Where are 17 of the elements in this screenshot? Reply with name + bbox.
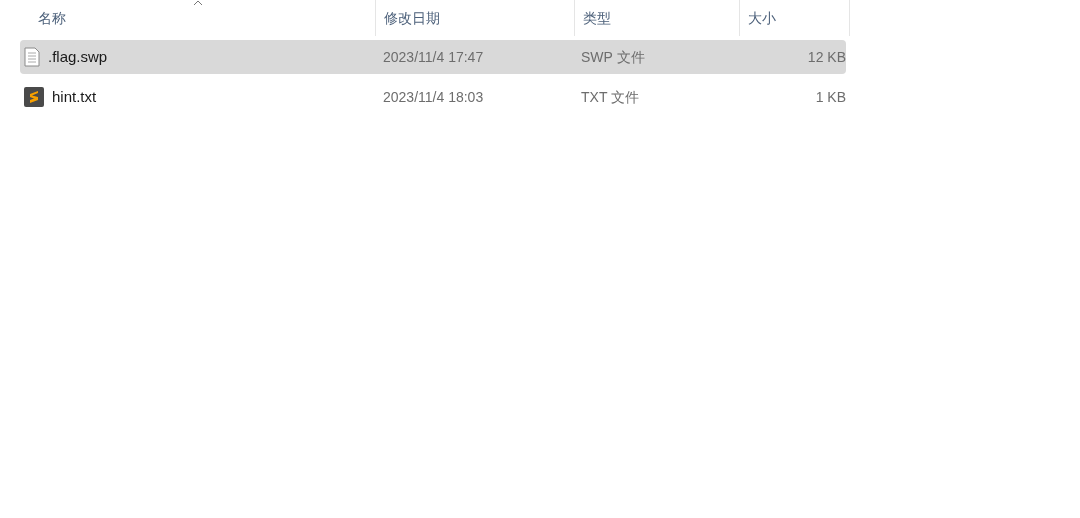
modified-date: 2023/11/4 17:47	[382, 47, 485, 67]
file-type: TXT 文件	[580, 87, 641, 107]
sort-caret-icon	[192, 0, 203, 6]
file-row[interactable]: .flag.swp 2023/11/4 17:47 SWP 文件 12 KB	[20, 40, 846, 74]
file-size: 1 KB	[814, 87, 846, 107]
column-header[interactable]: 大小	[740, 0, 850, 36]
app-icon	[24, 87, 44, 107]
column-header[interactable]: 名称	[20, 0, 376, 36]
file-type: SWP 文件	[580, 47, 646, 67]
column-header[interactable]: 类型	[575, 0, 740, 36]
modified-date: 2023/11/4 18:03	[382, 87, 485, 107]
file-size: 12 KB	[806, 47, 846, 67]
file-name: .flag.swp	[48, 46, 108, 67]
document-icon	[24, 47, 40, 67]
column-header[interactable]: 修改日期	[376, 0, 575, 36]
file-name: hint.txt	[52, 86, 97, 107]
file-row[interactable]: hint.txt 2023/11/4 18:03 TXT 文件 1 KB	[20, 80, 846, 114]
